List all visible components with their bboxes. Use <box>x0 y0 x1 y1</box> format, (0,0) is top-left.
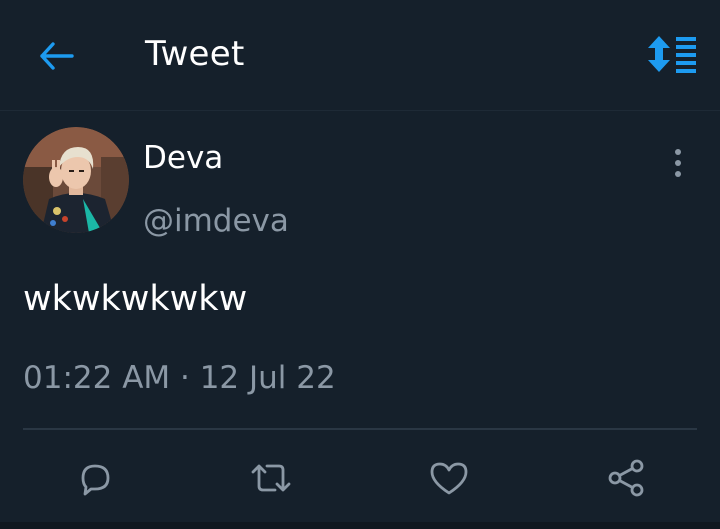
bottom-divider <box>0 522 720 529</box>
header-divider <box>0 110 720 111</box>
retweet-button[interactable] <box>249 456 293 500</box>
share-icon <box>608 459 644 497</box>
back-button[interactable] <box>36 36 76 76</box>
top-app-bar: Tweet <box>0 0 720 110</box>
profile-photo <box>23 127 129 233</box>
retweet-icon <box>251 464 291 492</box>
like-button[interactable] <box>427 456 471 500</box>
more-vertical-icon-dot <box>675 160 681 166</box>
more-vertical-icon <box>675 149 681 155</box>
author-handle[interactable]: @imdeva <box>143 201 289 241</box>
tweet-timestamp: 01:22 AM · 12 Jul 22 <box>23 360 336 396</box>
more-vertical-icon-dot <box>675 171 681 177</box>
actions-divider <box>23 428 697 430</box>
tweet-text: wkwkwkwkw <box>23 279 248 319</box>
sort-lines-icon <box>648 36 696 73</box>
avatar[interactable] <box>23 127 129 233</box>
arrow-left-icon <box>40 42 74 70</box>
page-title: Tweet <box>145 34 245 74</box>
reply-button[interactable] <box>73 456 117 500</box>
more-options-button[interactable] <box>664 146 692 180</box>
author-display-name[interactable]: Deva <box>143 138 223 178</box>
heart-icon <box>430 462 468 495</box>
comment-icon <box>81 464 110 496</box>
sort-button[interactable] <box>642 32 702 76</box>
share-button[interactable] <box>604 456 648 500</box>
